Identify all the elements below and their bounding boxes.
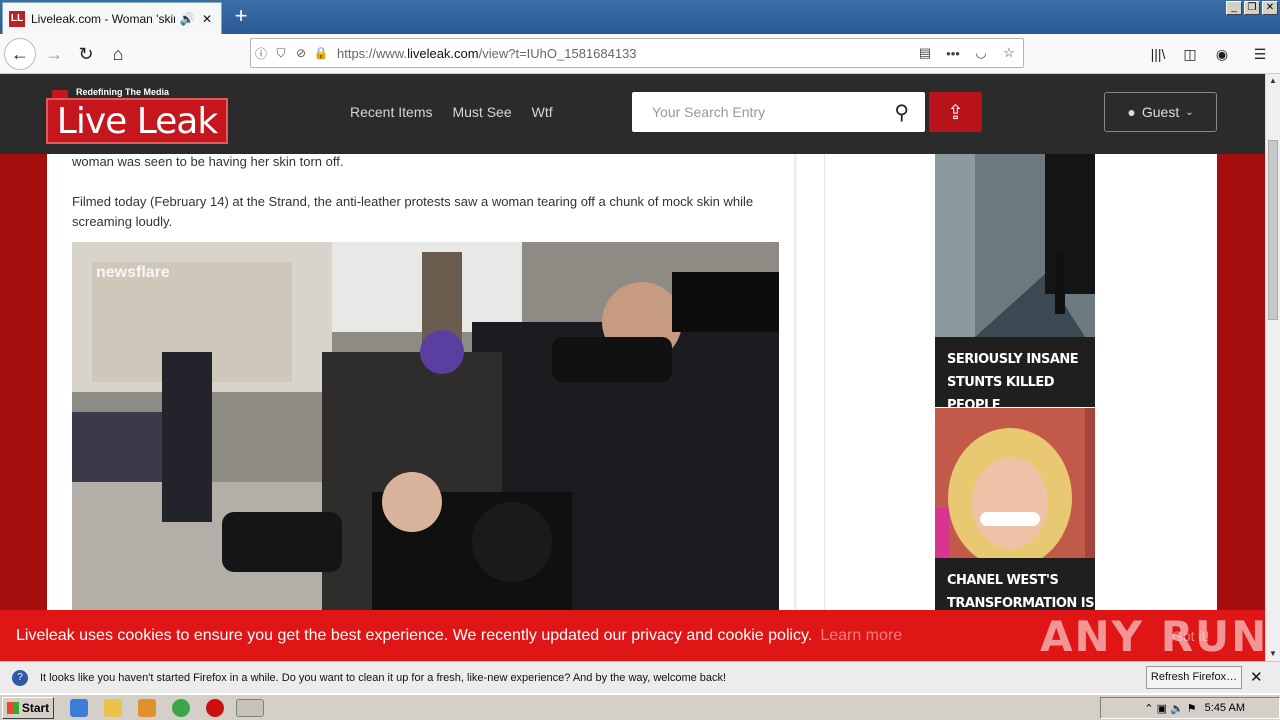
tab-strip: LL Liveleak.com - Woman 'skinned 🔊 ✕ + _… bbox=[0, 0, 1280, 34]
article: woman was seen to be having her skin tor… bbox=[57, 154, 795, 610]
search-box: ⚲ bbox=[632, 92, 925, 132]
restore-button[interactable]: ❐ bbox=[1244, 1, 1260, 15]
speaker-icon[interactable]: 🔊 bbox=[179, 12, 195, 26]
sidebar-item-chanel[interactable]: CHANEL WEST'S TRANSFORMATION IS bbox=[935, 408, 1095, 610]
stunts-thumbnail bbox=[935, 154, 1095, 337]
chevron-down-icon: ⌄ bbox=[1185, 106, 1194, 118]
site-header: Redefining The Media Live Leak Recent It… bbox=[0, 74, 1265, 154]
scrollbar-thumb[interactable] bbox=[1268, 140, 1278, 320]
search-icon[interactable]: ⚲ bbox=[894, 100, 909, 125]
learn-more-link[interactable]: Learn more bbox=[820, 627, 902, 645]
video-watermark: newsflare bbox=[96, 264, 170, 281]
question-icon: ? bbox=[12, 669, 28, 686]
chrome-icon[interactable] bbox=[172, 699, 190, 717]
shield-icon[interactable]: ⛉ bbox=[271, 46, 291, 61]
logo-text: Live Leak bbox=[56, 100, 218, 142]
system-tray: ⌃ ▣ 🔈 ⚑ 5:45 AM bbox=[1100, 697, 1280, 719]
liveleak-favicon-icon: LL bbox=[9, 10, 25, 27]
permissions-icon[interactable]: ⊘ bbox=[291, 46, 311, 60]
pocket-icon[interactable]: ◡ bbox=[967, 45, 995, 61]
start-label: Start bbox=[21, 701, 50, 715]
nav-wtf[interactable]: Wtf bbox=[532, 104, 553, 120]
sidebar-caption-1: SERIOUSLY INSANE STUNTS KILLED PEOPLE bbox=[947, 352, 1079, 407]
user-icon: ● bbox=[1127, 104, 1136, 120]
browser-tab[interactable]: LL Liveleak.com - Woman 'skinned 🔊 ✕ bbox=[2, 2, 222, 34]
reload-button[interactable]: ↻ bbox=[70, 38, 102, 70]
tray-icons[interactable]: ⌃ ▣ 🔈 ⚑ bbox=[1144, 702, 1196, 715]
close-notification-icon[interactable]: ✕ bbox=[1250, 668, 1263, 686]
guest-menu-button[interactable]: ● Guest ⌄ bbox=[1104, 92, 1217, 132]
home-button[interactable]: ⌂ bbox=[102, 38, 134, 70]
windows-logo-icon bbox=[6, 702, 19, 714]
guest-label: Guest bbox=[1141, 104, 1180, 120]
close-window-button[interactable]: ✕ bbox=[1262, 1, 1278, 15]
url-text[interactable]: https://www.liveleak.com/view?t=IUhO_158… bbox=[337, 46, 911, 61]
page-background: woman was seen to be having her skin tor… bbox=[0, 154, 1265, 610]
start-button[interactable]: Start bbox=[2, 697, 54, 719]
scroll-up-icon[interactable]: ▲ bbox=[1266, 74, 1280, 88]
search-input[interactable] bbox=[632, 92, 882, 132]
vertical-scrollbar[interactable]: ▲ ▼ bbox=[1265, 74, 1280, 661]
logo-tagline: Redefining The Media bbox=[76, 87, 170, 97]
navigation-toolbar: ← → ↻ ⌂ ⓘ ⛉ ⊘ 🔒 https://www.liveleak.com… bbox=[0, 34, 1280, 74]
refresh-firefox-button[interactable]: Refresh Firefox… bbox=[1146, 666, 1242, 689]
notification-bar: ? It looks like you haven't started Fire… bbox=[0, 661, 1280, 693]
firefox-taskbar-button[interactable] bbox=[236, 699, 264, 717]
content-area: woman was seen to be having her skin tor… bbox=[47, 154, 1217, 610]
article-paragraph-2: Filmed today (February 14) at the Strand… bbox=[72, 194, 754, 229]
article-paragraph-1: woman was seen to be having her skin tor… bbox=[72, 154, 344, 169]
taskbar: Start ⌃ ▣ 🔈 ⚑ 5:45 AM bbox=[0, 694, 1280, 720]
explorer-icon[interactable] bbox=[104, 699, 122, 717]
library-icon[interactable]: |||\ bbox=[1146, 42, 1170, 66]
opera-icon[interactable] bbox=[206, 699, 224, 717]
window-controls: _ ❐ ✕ bbox=[1226, 1, 1278, 15]
nav-must-see[interactable]: Must See bbox=[452, 104, 511, 120]
liveleak-logo[interactable]: Redefining The Media Live Leak bbox=[46, 86, 228, 146]
screen: LL Liveleak.com - Woman 'skinned 🔊 ✕ + _… bbox=[0, 0, 1280, 720]
close-tab-icon[interactable]: ✕ bbox=[199, 12, 215, 26]
cookie-text: Liveleak uses cookies to ensure you get … bbox=[16, 626, 813, 644]
top-nav: Recent Items Must See Wtf bbox=[350, 104, 553, 120]
sidebar-item-stunts[interactable]: SERIOUSLY INSANE STUNTS KILLED PEOPLE bbox=[935, 154, 1095, 407]
reader-view-icon[interactable]: ▤ bbox=[911, 45, 939, 61]
forward-button[interactable]: → bbox=[38, 38, 70, 70]
page-actions-icon[interactable]: ••• bbox=[939, 46, 967, 61]
new-tab-button[interactable]: + bbox=[228, 4, 254, 30]
upload-button[interactable]: ⇪ bbox=[929, 92, 982, 132]
url-bar[interactable]: ⓘ ⛉ ⊘ 🔒 https://www.liveleak.com/view?t=… bbox=[250, 38, 1024, 68]
ie-icon[interactable] bbox=[70, 699, 88, 717]
video-frame bbox=[72, 242, 779, 610]
video-player[interactable]: newsflare bbox=[72, 242, 779, 610]
upload-icon: ⇪ bbox=[947, 101, 964, 124]
minimize-button[interactable]: _ bbox=[1226, 1, 1242, 15]
nav-recent-items[interactable]: Recent Items bbox=[350, 104, 432, 120]
lock-icon[interactable]: 🔒 bbox=[311, 46, 331, 60]
chanel-thumbnail bbox=[935, 408, 1095, 558]
tab-title: Liveleak.com - Woman 'skinned bbox=[31, 11, 175, 26]
notification-text: It looks like you haven't started Firefo… bbox=[40, 671, 727, 684]
anyrun-watermark: ANY RUN bbox=[1040, 612, 1269, 661]
bookmark-star-icon[interactable]: ☆ bbox=[995, 45, 1023, 61]
sidebar-caption-2: CHANEL WEST'S TRANSFORMATION IS bbox=[947, 573, 1094, 610]
account-icon[interactable]: ◉ bbox=[1210, 42, 1234, 66]
back-button[interactable]: ← bbox=[4, 38, 36, 70]
sidebar: SERIOUSLY INSANE STUNTS KILLED PEOPLE CH… bbox=[824, 154, 1206, 610]
media-player-icon[interactable] bbox=[138, 699, 156, 717]
sidebar-icon[interactable]: ◫ bbox=[1178, 42, 1202, 66]
logo-box: Live Leak bbox=[46, 98, 228, 144]
clock: 5:45 AM bbox=[1204, 702, 1245, 714]
menu-icon[interactable]: ☰ bbox=[1248, 42, 1272, 66]
info-icon[interactable]: ⓘ bbox=[251, 45, 271, 62]
